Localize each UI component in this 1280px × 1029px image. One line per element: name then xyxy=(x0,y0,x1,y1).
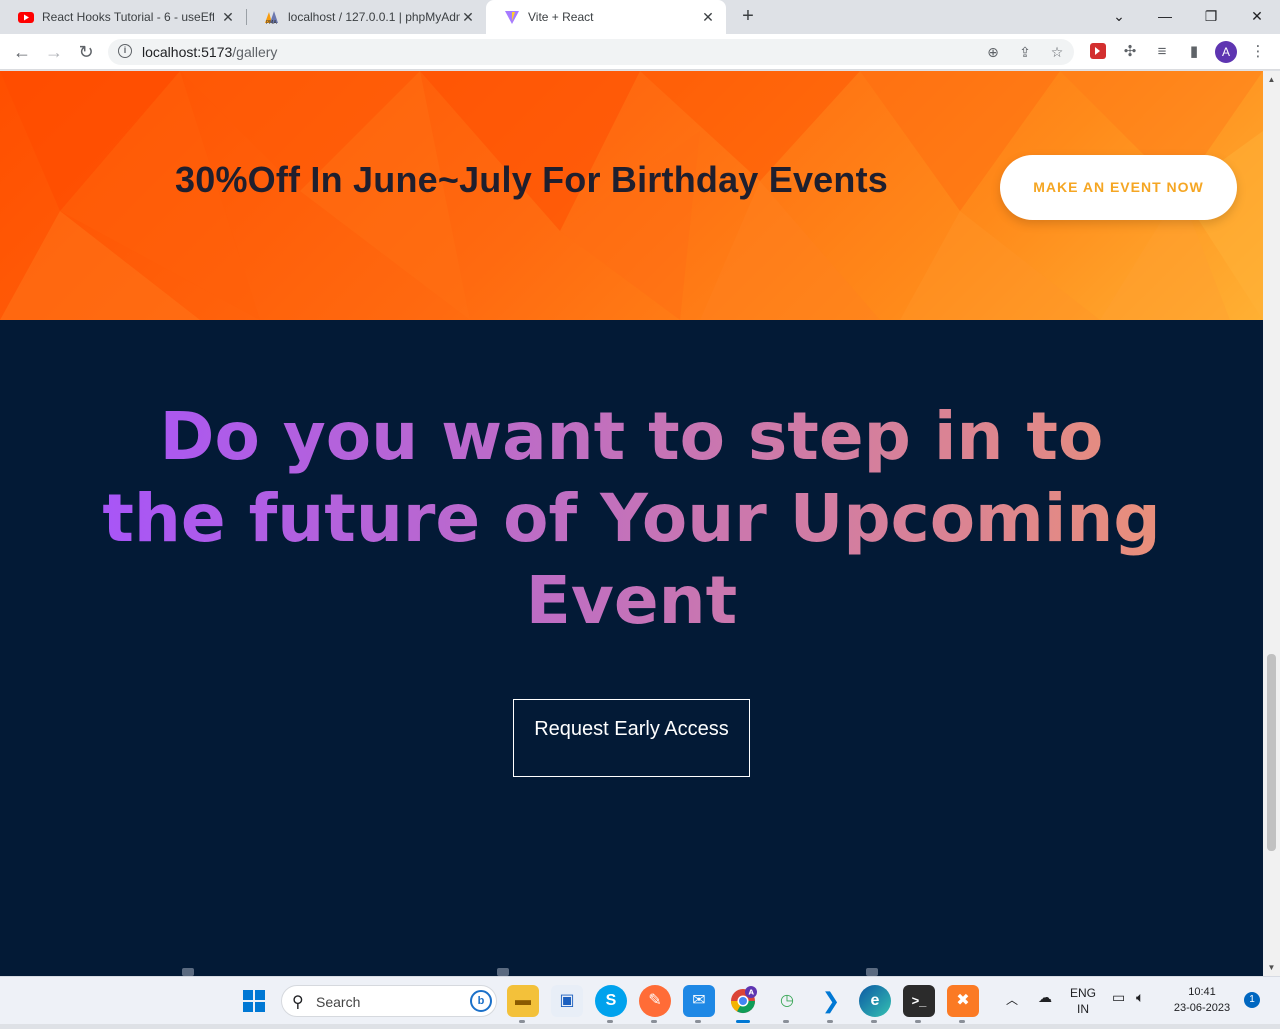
scroll-up-arrow-icon[interactable]: ▲ xyxy=(1263,71,1280,88)
hero-section: Do you want to step in to the future of … xyxy=(0,320,1263,976)
share-icon[interactable]: ⇪ xyxy=(1015,42,1035,62)
footer-heading-fragment xyxy=(497,968,509,976)
footer-heading-fragment xyxy=(866,968,878,976)
profile-avatar[interactable]: A xyxy=(1215,41,1237,63)
notification-badge[interactable]: 1 xyxy=(1244,992,1260,1008)
close-window-icon[interactable]: ✕ xyxy=(1245,4,1269,28)
media-control-icon[interactable]: ≡ xyxy=(1152,42,1172,62)
tab-title: React Hooks Tutorial - 6 - useEffe xyxy=(42,10,214,24)
postman-icon[interactable]: ✎ xyxy=(639,985,671,1023)
vscode-icon[interactable]: ❯ xyxy=(815,985,847,1023)
search-placeholder: Search xyxy=(316,994,361,1010)
network-icon[interactable]: ▭ xyxy=(1112,989,1125,1006)
browser-toolbar: ← → ↻ i localhost:5173/gallery ⊕ ⇪ ☆ ✣ ≡… xyxy=(0,34,1280,70)
vite-icon xyxy=(504,9,520,25)
extensions-puzzle-icon[interactable]: ✣ xyxy=(1120,42,1140,62)
xampp-icon[interactable]: ✖ xyxy=(947,985,979,1023)
side-panel-icon[interactable]: ▮ xyxy=(1184,42,1204,62)
windows-start-icon[interactable] xyxy=(243,990,265,1012)
promo-banner: 30%Off In June~July For Birthday Events … xyxy=(0,71,1263,320)
tab-title: localhost / 127.0.0.1 | phpMyAdm xyxy=(288,10,460,24)
promo-headline: 30%Off In June~July For Birthday Events xyxy=(175,159,888,200)
terminal-icon[interactable]: >_ xyxy=(903,985,935,1023)
skype-icon[interactable]: S xyxy=(595,985,627,1023)
file-explorer-icon[interactable]: ▬ xyxy=(507,985,539,1023)
volume-icon[interactable]: 🔈︎ xyxy=(1136,989,1144,1006)
tab-search-icon[interactable]: ⌄ xyxy=(1107,4,1131,28)
tab-youtube[interactable]: React Hooks Tutorial - 6 - useEffe ✕ xyxy=(0,0,247,34)
phpmyadmin-icon: PMA xyxy=(264,9,280,26)
tab-title: Vite + React xyxy=(528,10,594,24)
clock-app-icon[interactable]: ◷ xyxy=(771,985,803,1023)
address-bar[interactable]: i localhost:5173/gallery ⊕ ⇪ ☆ xyxy=(108,39,1074,65)
hero-title: Do you want to step in to the future of … xyxy=(100,396,1163,642)
language-indicator[interactable]: ENG IN xyxy=(1070,985,1096,1017)
zoom-icon[interactable]: ⊕ xyxy=(983,42,1003,62)
page-viewport: 30%Off In June~July For Birthday Events … xyxy=(0,71,1263,976)
onedrive-cloud-icon[interactable]: ☁ xyxy=(1038,989,1052,1006)
mail-icon[interactable]: ✉ xyxy=(683,985,715,1023)
footer-logo-fragment xyxy=(182,968,194,976)
restore-icon[interactable]: ❐ xyxy=(1199,4,1223,28)
windows-taskbar: ⚲ Search b ▬ ▣ S ✎ ✉ A ◷ ❯ e >_ ✖ ︿ ☁ EN… xyxy=(0,976,1280,1024)
browser-tab-strip: React Hooks Tutorial - 6 - useEffe ✕ PMA… xyxy=(0,0,1280,34)
close-tab-icon[interactable]: ✕ xyxy=(460,9,476,25)
youtube-icon xyxy=(18,9,34,25)
make-event-button[interactable]: MAKE AN EVENT NOW xyxy=(1000,155,1237,220)
show-hidden-icons-icon[interactable]: ︿ xyxy=(1006,991,1018,1008)
minimize-icon[interactable]: — xyxy=(1153,4,1177,28)
close-tab-icon[interactable]: ✕ xyxy=(220,9,236,25)
extension-icon[interactable] xyxy=(1088,42,1108,62)
app-icon[interactable]: ▣ xyxy=(551,985,583,1017)
request-early-access-button[interactable]: Request Early Access xyxy=(513,699,750,777)
edge-icon[interactable]: e xyxy=(859,985,891,1023)
page-scrollbar[interactable]: ▲ ▼ xyxy=(1263,71,1280,976)
forward-icon[interactable]: → xyxy=(42,40,66,64)
svg-text:PMA: PMA xyxy=(266,20,277,25)
system-clock[interactable]: 10:41 23-06-2023 xyxy=(1162,984,1242,1016)
search-icon: ⚲ xyxy=(292,994,304,1011)
svg-text:A: A xyxy=(749,989,755,997)
url-text[interactable]: localhost:5173/gallery xyxy=(142,44,277,60)
back-icon[interactable]: ← xyxy=(10,40,34,64)
scroll-down-arrow-icon[interactable]: ▼ xyxy=(1263,959,1280,976)
taskbar-search[interactable]: ⚲ Search b xyxy=(281,985,497,1017)
reload-icon[interactable]: ↻ xyxy=(74,40,98,64)
new-tab-button[interactable]: + xyxy=(736,5,760,29)
chrome-icon[interactable]: A xyxy=(727,985,759,1023)
menu-kebab-icon[interactable]: ⋮ xyxy=(1248,42,1268,62)
scrollbar-thumb[interactable] xyxy=(1267,654,1276,851)
tab-vite-react[interactable]: Vite + React ✕ xyxy=(486,0,726,34)
site-info-icon[interactable]: i xyxy=(118,44,132,58)
bing-icon[interactable]: b xyxy=(470,990,492,1012)
bookmark-star-icon[interactable]: ☆ xyxy=(1047,42,1067,62)
close-tab-icon[interactable]: ✕ xyxy=(700,9,716,25)
tab-phpmyadmin[interactable]: PMA localhost / 127.0.0.1 | phpMyAdm ✕ xyxy=(246,0,486,34)
